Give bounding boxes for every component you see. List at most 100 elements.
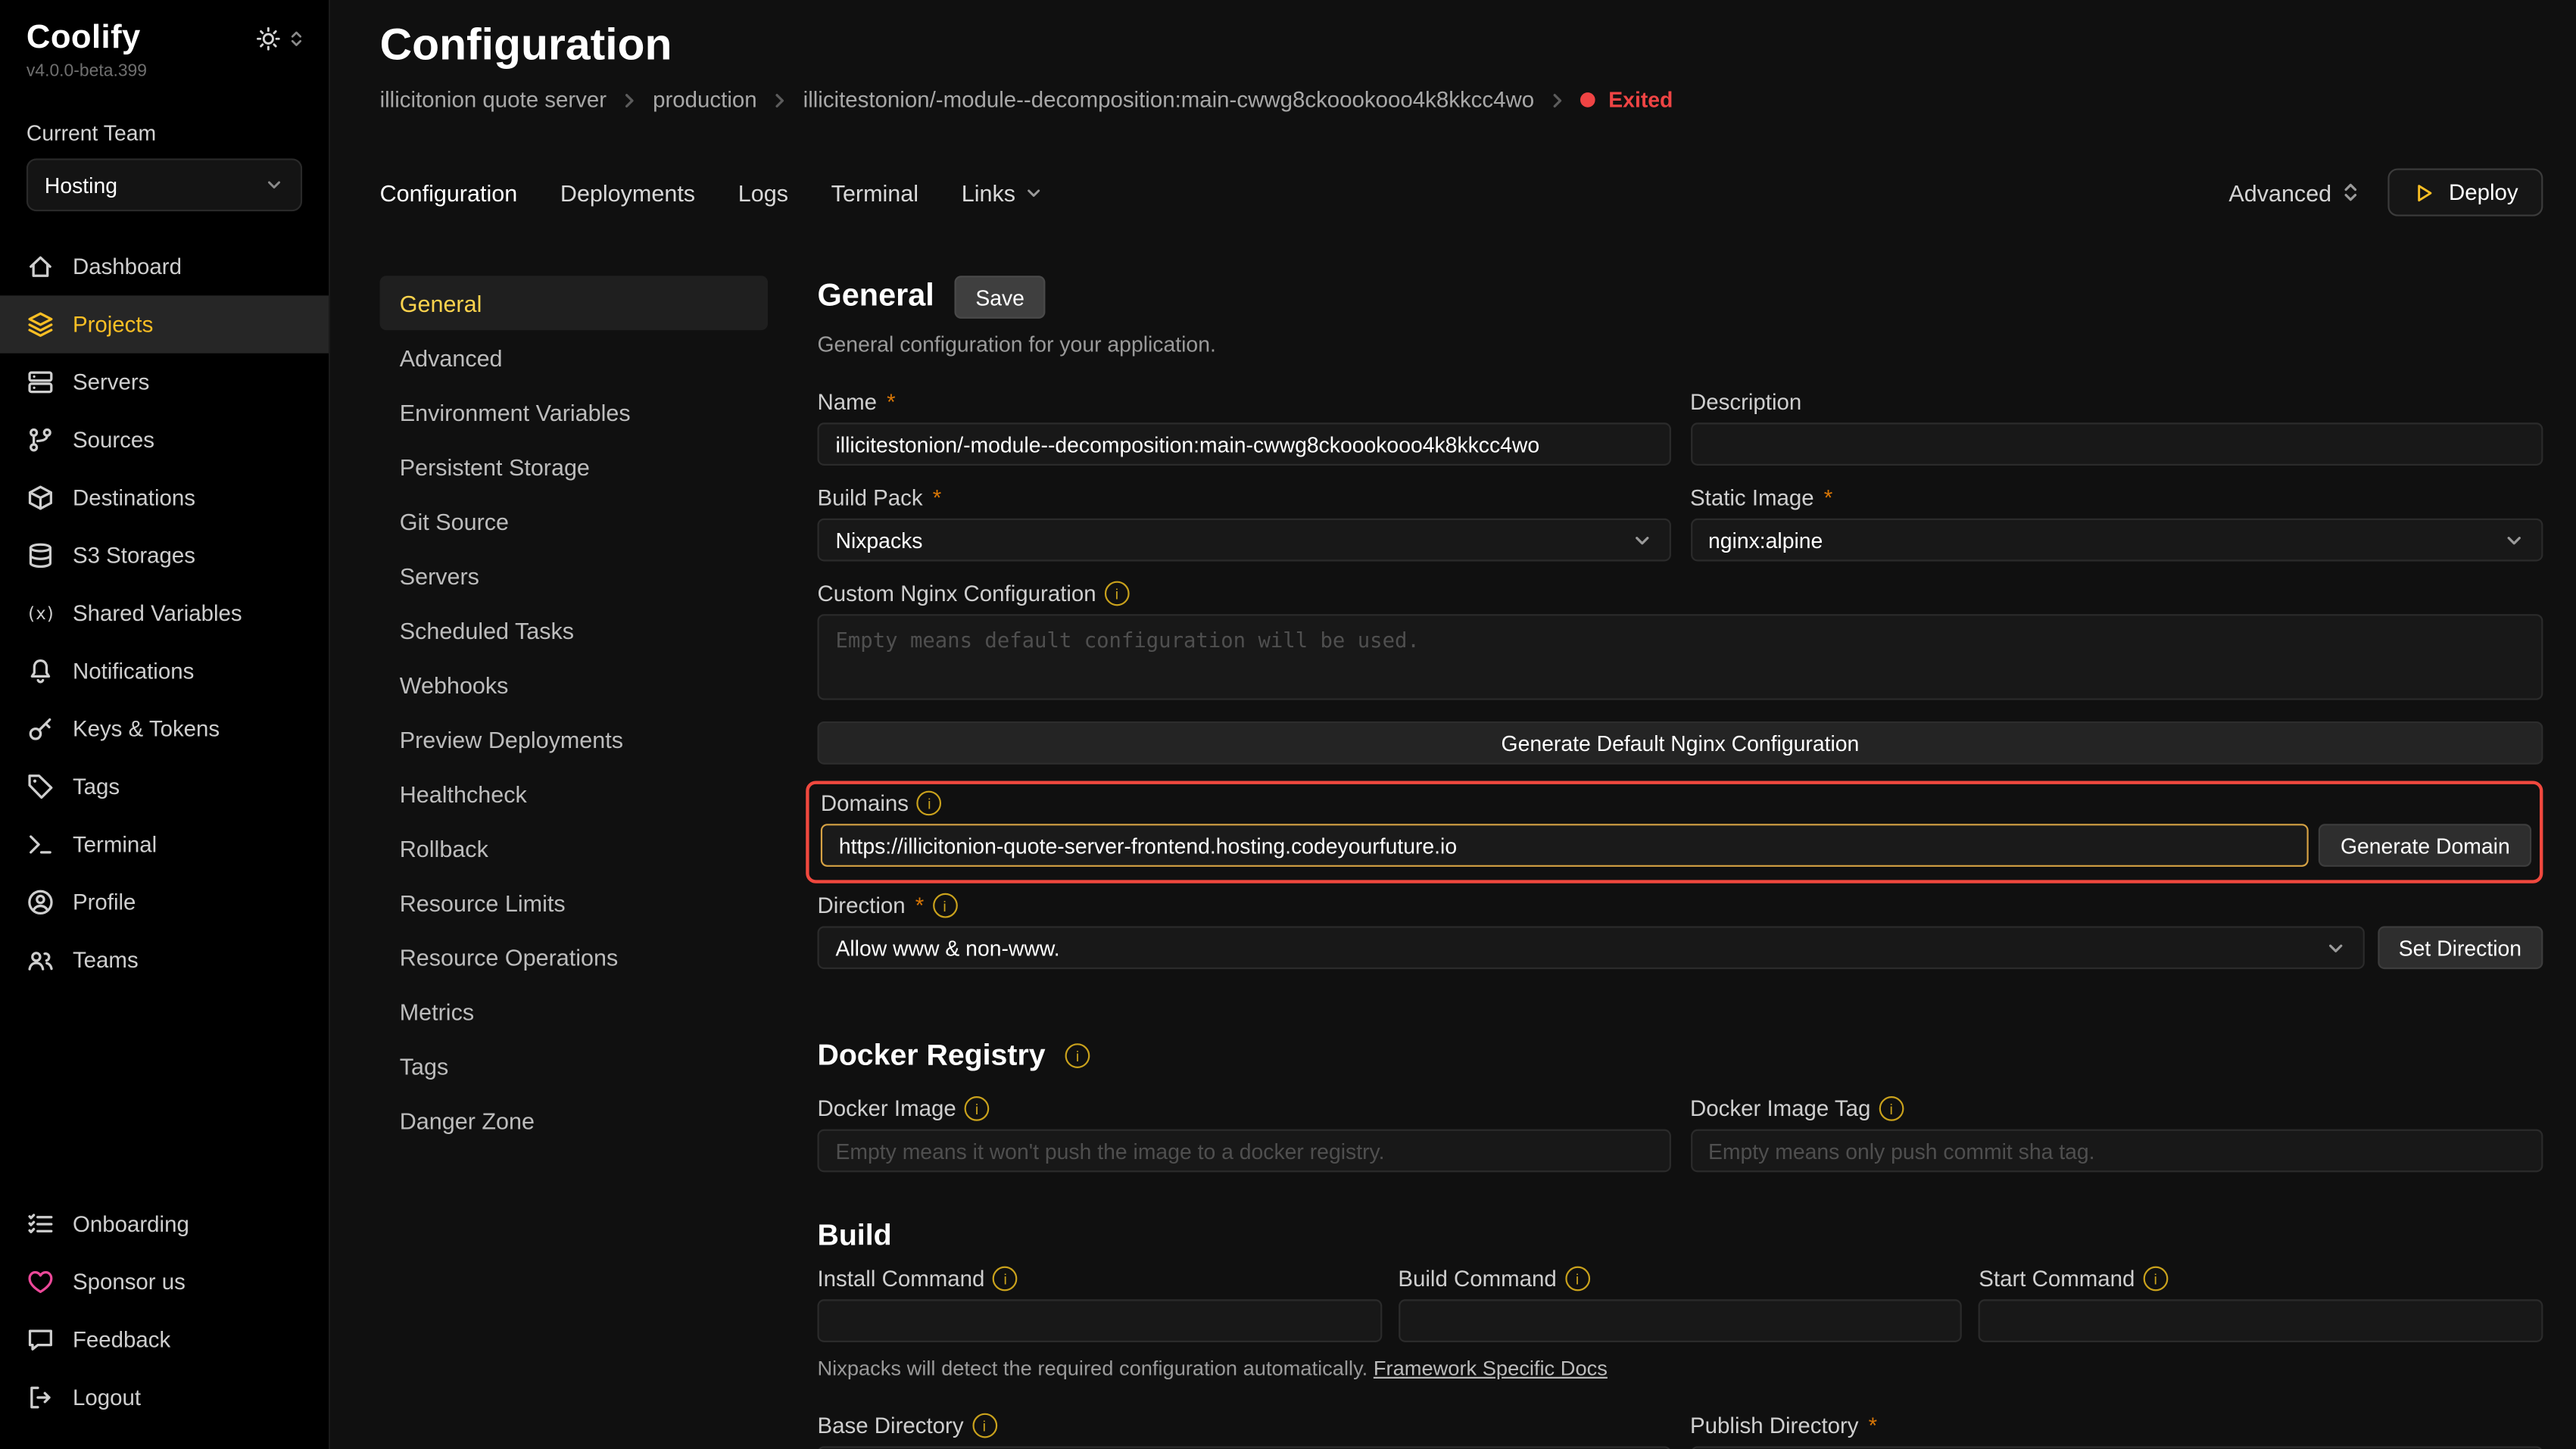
breadcrumb-project[interactable]: illicitonion quote server xyxy=(380,88,607,113)
sidebar-item-teams[interactable]: Teams xyxy=(0,931,329,989)
start-command-input[interactable] xyxy=(1979,1299,2543,1342)
sidebar-item-notifications[interactable]: Notifications xyxy=(0,642,329,700)
subnav-item-webhooks[interactable]: Webhooks xyxy=(380,657,768,712)
sidebar-item-onboarding[interactable]: Onboarding xyxy=(0,1195,329,1252)
sidebar-item-destinations[interactable]: Destinations xyxy=(0,469,329,526)
sidebar-item-dashboard[interactable]: Dashboard xyxy=(0,238,329,295)
info-icon[interactable]: i xyxy=(1879,1096,1904,1121)
breadcrumb: illicitonion quote server production ill… xyxy=(380,88,2543,113)
tab-logs[interactable]: Logs xyxy=(738,179,788,206)
info-icon[interactable]: i xyxy=(1565,1267,1590,1292)
info-icon[interactable]: i xyxy=(1105,581,1130,606)
sidebar-item-profile[interactable]: Profile xyxy=(0,874,329,931)
sidebar-item-keys-tokens[interactable]: Keys & Tokens xyxy=(0,700,329,758)
framework-docs-link[interactable]: Framework Specific Docs xyxy=(1374,1357,1608,1381)
subnav-item-environment-variables[interactable]: Environment Variables xyxy=(380,385,768,439)
direction-value: Allow www & non-www. xyxy=(835,935,1059,960)
info-icon[interactable]: i xyxy=(1065,1043,1090,1068)
domains-input[interactable] xyxy=(821,824,2309,867)
advanced-label: Advanced xyxy=(2228,179,2331,206)
subnav-item-metrics[interactable]: Metrics xyxy=(380,984,768,1039)
nginx-config-textarea[interactable] xyxy=(817,614,2543,700)
deploy-label: Deploy xyxy=(2449,180,2518,205)
description-input[interactable] xyxy=(1690,422,2543,466)
subnav-item-preview-deployments[interactable]: Preview Deployments xyxy=(380,712,768,766)
tab-configuration[interactable]: Configuration xyxy=(380,179,518,206)
team-select[interactable]: Hosting xyxy=(27,158,302,211)
save-button[interactable]: Save xyxy=(954,276,1046,319)
sidebar-item-shared-variables[interactable]: (x) Shared Variables xyxy=(0,584,329,642)
breadcrumb-application[interactable]: illicitestonion/-module--decomposition:m… xyxy=(803,88,1534,113)
info-icon[interactable]: i xyxy=(971,1413,996,1438)
static-image-field: Static Image* nginx:alpine xyxy=(1690,485,2543,561)
sidebar-item-projects[interactable]: Projects xyxy=(0,295,329,353)
tab-deployments[interactable]: Deployments xyxy=(560,179,695,206)
base-directory-input[interactable] xyxy=(817,1446,1670,1449)
app-logo: Coolify xyxy=(27,20,141,58)
breadcrumb-environment[interactable]: production xyxy=(653,88,756,113)
generate-domain-button[interactable]: Generate Domain xyxy=(2319,824,2532,867)
advanced-toggle[interactable]: Advanced xyxy=(2228,179,2361,206)
subnav-item-scheduled-tasks[interactable]: Scheduled Tasks xyxy=(380,603,768,657)
subnav-item-persistent-storage[interactable]: Persistent Storage xyxy=(380,439,768,494)
subnav-item-resource-limits[interactable]: Resource Limits xyxy=(380,875,768,930)
sidebar-item-terminal[interactable]: Terminal xyxy=(0,815,329,873)
checklist-icon xyxy=(27,1210,55,1238)
required-asterisk: * xyxy=(933,485,941,510)
info-icon[interactable]: i xyxy=(2143,1267,2168,1292)
theme-updown-icon[interactable] xyxy=(287,30,305,48)
subnav-item-git-source[interactable]: Git Source xyxy=(380,494,768,548)
subnav-item-advanced[interactable]: Advanced xyxy=(380,330,768,385)
subnav-item-rollback[interactable]: Rollback xyxy=(380,821,768,875)
info-icon[interactable]: i xyxy=(993,1267,1018,1292)
publish-directory-label: Publish Directory* xyxy=(1690,1413,2543,1438)
tab-links[interactable]: Links xyxy=(962,179,1043,206)
build-pack-label: Build Pack* xyxy=(817,485,1670,510)
docker-image-tag-input[interactable] xyxy=(1690,1130,2543,1173)
subnav-item-danger-zone[interactable]: Danger Zone xyxy=(380,1093,768,1148)
sidebar-item-feedback[interactable]: Feedback xyxy=(0,1310,329,1368)
build-command-input[interactable] xyxy=(1398,1299,1962,1342)
server-icon xyxy=(27,368,55,396)
coolify-app: Coolify v4.0.0-beta.399 Current Team Hos… xyxy=(0,0,2576,1449)
publish-directory-input[interactable] xyxy=(1690,1446,2543,1449)
current-team-label: Current Team xyxy=(0,81,329,145)
set-direction-button[interactable]: Set Direction xyxy=(2377,926,2543,969)
sidebar-item-s3-storages[interactable]: S3 Storages xyxy=(0,527,329,584)
name-input[interactable] xyxy=(817,422,1670,466)
sort-updown-icon xyxy=(2340,182,2361,203)
sidebar-item-sponsor-us[interactable]: Sponsor us xyxy=(0,1253,329,1310)
info-icon[interactable]: i xyxy=(932,893,957,918)
info-icon[interactable]: i xyxy=(917,791,942,816)
deploy-button[interactable]: Deploy xyxy=(2387,168,2543,216)
subnav-item-healthcheck[interactable]: Healthcheck xyxy=(380,766,768,821)
docker-image-field: Docker Imagei xyxy=(817,1096,1670,1172)
install-command-input[interactable] xyxy=(817,1299,1381,1342)
sun-icon[interactable] xyxy=(256,26,281,51)
build-title: Build xyxy=(817,1218,891,1253)
sidebar-item-logout[interactable]: Logout xyxy=(0,1368,329,1426)
tab-terminal[interactable]: Terminal xyxy=(831,179,918,206)
static-image-select[interactable]: nginx:alpine xyxy=(1690,519,2543,562)
base-directory-field: Base Directoryi xyxy=(817,1413,1670,1449)
sidebar-item-label: Teams xyxy=(73,948,139,973)
direction-select[interactable]: Allow www & non-www. xyxy=(817,926,2363,969)
generate-nginx-button[interactable]: Generate Default Nginx Configuration xyxy=(817,721,2543,765)
sidebar-item-servers[interactable]: Servers xyxy=(0,354,329,411)
docker-image-label: Docker Imagei xyxy=(817,1096,1670,1121)
sidebar-item-sources[interactable]: Sources xyxy=(0,411,329,469)
brand-row: Coolify xyxy=(0,0,329,58)
docker-image-tag-label: Docker Image Tagi xyxy=(1690,1096,2543,1121)
status-dot-icon xyxy=(1580,92,1595,108)
sidebar-item-tags[interactable]: Tags xyxy=(0,758,329,815)
sidebar-item-label: Destinations xyxy=(73,485,195,510)
subnav-item-servers[interactable]: Servers xyxy=(380,548,768,603)
base-directory-label: Base Directoryi xyxy=(817,1413,1670,1438)
subnav-item-tags[interactable]: Tags xyxy=(380,1039,768,1093)
subnav-item-general[interactable]: General xyxy=(380,276,768,330)
docker-image-input[interactable] xyxy=(817,1130,1670,1173)
build-pack-select[interactable]: Nixpacks xyxy=(817,519,1670,562)
subnav-item-resource-operations[interactable]: Resource Operations xyxy=(380,930,768,984)
info-icon[interactable]: i xyxy=(965,1096,990,1121)
required-asterisk: * xyxy=(1869,1413,1877,1438)
